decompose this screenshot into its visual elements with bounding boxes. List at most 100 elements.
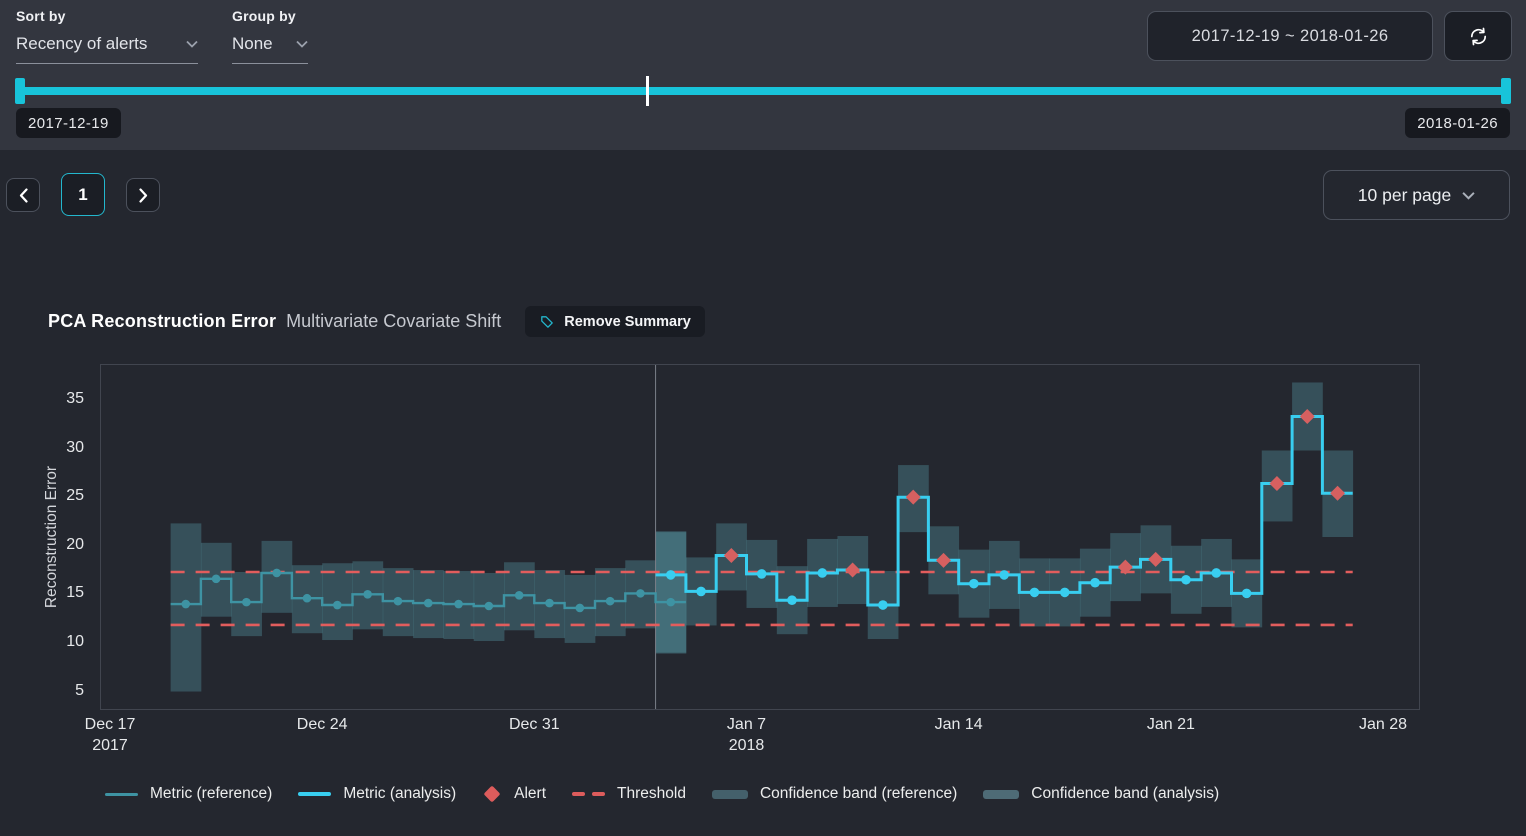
metric-reference-swatch: [105, 793, 138, 796]
page-size-value: 10 per page: [1358, 185, 1451, 206]
analysis-point[interactable]: [969, 579, 979, 589]
legend-item[interactable]: Alert: [482, 785, 546, 803]
reference-point[interactable]: [333, 601, 342, 610]
tag-icon: [539, 314, 555, 330]
plot-border: [101, 365, 1420, 710]
analysis-point[interactable]: [1212, 568, 1222, 578]
legend-item-label: Metric (analysis): [343, 785, 456, 803]
legend-item[interactable]: Metric (reference): [105, 785, 272, 803]
refresh-button[interactable]: [1444, 11, 1512, 61]
remove-summary-label: Remove Summary: [564, 314, 691, 330]
analysis-point[interactable]: [878, 600, 888, 610]
date-range-picker[interactable]: 2017-12-19 ~ 2018-01-26: [1147, 11, 1433, 61]
threshold-swatch: [572, 792, 605, 796]
reference-point[interactable]: [454, 600, 463, 609]
analysis-point[interactable]: [757, 569, 767, 579]
chart-legend: Metric (reference) Metric (analysis) Alert…: [105, 785, 1219, 803]
x-tick-label: Jan 21: [1147, 714, 1195, 735]
x-axis-ticks: Dec 172017Dec 24Dec 31Jan 72018Jan 14Jan…: [100, 714, 1420, 758]
slider-handle-end[interactable]: [1501, 78, 1511, 104]
chevron-down-icon: [1462, 191, 1475, 200]
legend-item[interactable]: Metric (analysis): [298, 785, 456, 803]
slider-split-marker: [646, 76, 649, 106]
reference-point[interactable]: [576, 604, 585, 613]
legend-item-label: Confidence band (reference): [760, 785, 957, 803]
reference-point[interactable]: [394, 597, 403, 606]
group-by-label: Group by: [232, 8, 308, 24]
analysis-point[interactable]: [817, 568, 827, 578]
analysis-point[interactable]: [787, 595, 797, 605]
remove-summary-button[interactable]: Remove Summary: [525, 306, 705, 337]
analysis-point[interactable]: [999, 570, 1009, 580]
slider-end-date: 2018-01-26: [1417, 115, 1498, 132]
reference-point[interactable]: [181, 600, 190, 609]
chevron-left-icon: [19, 188, 28, 203]
slider-start-date: 2017-12-19: [28, 115, 109, 132]
sort-by-select[interactable]: Recency of alerts: [16, 34, 198, 64]
analysis-point[interactable]: [1030, 588, 1040, 598]
chart-subtitle: Multivariate Covariate Shift: [286, 311, 501, 332]
reference-point[interactable]: [636, 589, 645, 598]
analysis-point[interactable]: [1181, 575, 1191, 585]
legend-item-label: Alert: [514, 785, 546, 803]
analysis-point[interactable]: [696, 587, 706, 597]
metric-chart-plot[interactable]: [100, 364, 1420, 710]
confidence-band-analysis-swatch: [983, 790, 1019, 799]
group-by-value: None: [232, 34, 273, 54]
y-tick-label: 20: [24, 536, 84, 554]
y-tick-label: 35: [24, 390, 84, 408]
reference-point[interactable]: [545, 599, 554, 608]
chevron-right-icon: [139, 188, 148, 203]
group-by-control: Group by None: [232, 8, 308, 64]
current-page-number: 1: [78, 185, 87, 205]
analysis-point[interactable]: [1060, 588, 1070, 598]
x-tick-label: Jan 28: [1359, 714, 1407, 735]
chevron-down-icon: [296, 40, 308, 48]
legend-item-label: Threshold: [617, 785, 686, 803]
legend-item-label: Metric (reference): [150, 785, 272, 803]
prev-page-button[interactable]: [6, 178, 40, 212]
page-size-select[interactable]: 10 per page: [1323, 170, 1510, 220]
reference-point[interactable]: [424, 599, 433, 608]
chevron-down-icon: [186, 40, 198, 48]
y-tick-label: 30: [24, 439, 84, 457]
date-range-slider-track[interactable]: [15, 87, 1511, 95]
y-tick-label: 15: [24, 584, 84, 602]
legend-item[interactable]: Confidence band (reference): [712, 785, 957, 803]
reference-point[interactable]: [272, 569, 281, 578]
slider-handle-start[interactable]: [15, 78, 25, 104]
reference-point[interactable]: [515, 591, 524, 600]
analysis-point[interactable]: [666, 570, 676, 580]
confidence-band-reference-swatch: [712, 790, 748, 799]
metric-analysis-swatch: [298, 792, 331, 796]
y-tick-label: 25: [24, 487, 84, 505]
x-tick-label: Jan 72018: [727, 714, 766, 756]
analysis-point[interactable]: [1242, 589, 1252, 599]
refresh-sync-icon: [1467, 25, 1490, 48]
reference-point[interactable]: [363, 590, 372, 599]
legend-item[interactable]: Confidence band (analysis): [983, 785, 1219, 803]
page-number-button[interactable]: 1: [61, 173, 105, 216]
sort-by-label: Sort by: [16, 8, 198, 24]
chart-title: PCA Reconstruction Error: [48, 311, 276, 332]
reference-point[interactable]: [303, 594, 312, 603]
x-tick-label: Jan 14: [935, 714, 983, 735]
filter-toolbar: Sort by Recency of alerts Group by None …: [0, 0, 1526, 150]
x-tick-label: Dec 172017: [85, 714, 136, 756]
slider-end-date-chip: 2018-01-26: [1405, 108, 1510, 138]
chart-header: PCA Reconstruction Error Multivariate Co…: [48, 306, 705, 337]
analysis-point[interactable]: [1090, 578, 1100, 588]
sort-by-control: Sort by Recency of alerts: [16, 8, 198, 64]
legend-item-label: Confidence band (analysis): [1031, 785, 1219, 803]
reference-point[interactable]: [606, 597, 615, 606]
legend-item[interactable]: Threshold: [572, 785, 686, 803]
alert-swatch: [484, 786, 501, 803]
reference-point[interactable]: [666, 598, 675, 607]
reference-point[interactable]: [485, 602, 494, 611]
group-by-select[interactable]: None: [232, 34, 308, 64]
y-tick-label: 5: [24, 682, 84, 700]
next-page-button[interactable]: [126, 178, 160, 212]
reference-point[interactable]: [242, 598, 251, 607]
slider-start-date-chip: 2017-12-19: [16, 108, 121, 138]
reference-point[interactable]: [212, 574, 221, 583]
